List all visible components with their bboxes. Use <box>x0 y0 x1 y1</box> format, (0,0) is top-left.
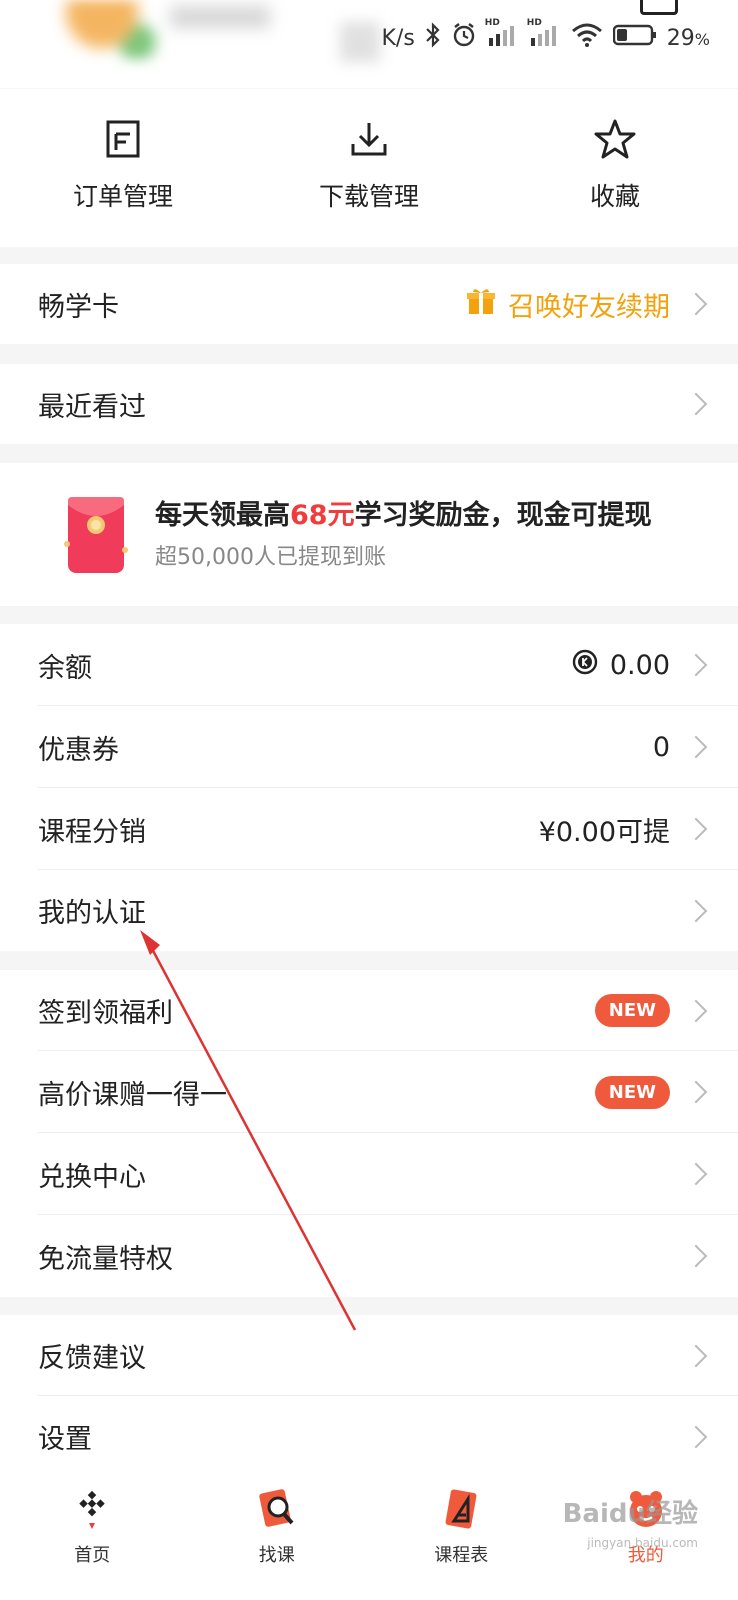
balance-value: 0.00 <box>609 649 670 681</box>
settings-row[interactable]: 设置 <box>0 1396 738 1477</box>
course-distribution-value: ¥0.00可提 <box>538 816 670 848</box>
checkin-rewards-row[interactable]: 签到领福利 NEW <box>0 970 738 1051</box>
checkin-rewards-title: 签到领福利 <box>38 998 173 1029</box>
chevron-right-icon <box>684 735 708 759</box>
chevron-right-icon <box>684 1244 708 1268</box>
row-right <box>682 1396 708 1477</box>
settings-title: 设置 <box>38 1424 92 1455</box>
red-packet-icon <box>64 491 128 577</box>
row-right: 0.00 <box>572 624 708 706</box>
status-icons: K/s HD HD 29% <box>381 18 710 54</box>
row-right: NEW <box>594 1051 708 1133</box>
row-right: NEW <box>594 970 708 1051</box>
home-icon <box>70 1487 114 1531</box>
promo-subtext: 超50,000人已提现到账 <box>155 545 386 570</box>
search-course-icon <box>255 1487 299 1531</box>
message-icon[interactable] <box>640 0 678 15</box>
exchange-center-row[interactable]: 兑换中心 <box>0 1133 738 1215</box>
blurred-area <box>340 22 380 62</box>
schedule-icon <box>439 1487 483 1531</box>
coin-icon <box>572 649 598 682</box>
tab-label: 首页 <box>74 1545 111 1566</box>
row-right <box>682 1133 708 1215</box>
watermark-url: jingyan.baidu.com <box>587 1536 698 1550</box>
chevron-right-icon <box>684 1080 708 1104</box>
row-right: 0 <box>653 706 708 788</box>
coupons-value: 0 <box>652 731 670 763</box>
invite-friends-text: 召唤好友续期 <box>508 291 670 323</box>
tab-label: 课程表 <box>434 1545 489 1566</box>
free-data-title: 免流量特权 <box>38 1243 173 1275</box>
signal-icon-2: HD <box>527 18 561 52</box>
chevron-right-icon <box>684 392 708 416</box>
buy-one-get-one-title: 高价课赠一得一 <box>38 1079 227 1111</box>
recently-viewed-row[interactable]: 最近看过 <box>0 364 738 444</box>
feedback-title: 反馈建议 <box>38 1343 146 1374</box>
chevron-right-icon <box>684 1162 708 1186</box>
blurred-username <box>170 6 270 28</box>
row-right <box>682 1315 708 1396</box>
row-right <box>682 870 708 951</box>
network-speed: K/s <box>381 25 415 51</box>
tab-home[interactable]: 首页 <box>0 1477 185 1600</box>
bluetooth-icon <box>425 22 441 54</box>
chevron-right-icon <box>684 1344 708 1367</box>
course-distribution-row[interactable]: 课程分销 ¥0.00可提 <box>0 788 738 870</box>
feedback-row[interactable]: 反馈建议 <box>0 1315 738 1396</box>
invite-friends-renew[interactable]: 召唤好友续期 <box>466 264 708 344</box>
balance-title: 余额 <box>38 652 92 684</box>
changxue-card-title: 畅学卡 <box>38 291 119 323</box>
tab-schedule[interactable]: 课程表 <box>369 1477 554 1600</box>
download-icon <box>350 117 388 161</box>
my-certification-title: 我的认证 <box>38 898 146 929</box>
free-data-row[interactable]: 免流量特权 <box>0 1215 738 1297</box>
tab-find-course[interactable]: 找课 <box>185 1477 370 1600</box>
document-icon <box>106 117 140 161</box>
promo-headline-amount: 68元 <box>290 500 355 531</box>
download-management-button[interactable]: 下载管理 <box>246 89 492 247</box>
star-icon <box>594 117 636 161</box>
chevron-right-icon <box>684 653 708 677</box>
chevron-right-icon <box>684 999 708 1022</box>
exchange-center-title: 兑换中心 <box>38 1161 146 1193</box>
row-right <box>682 1215 708 1297</box>
chevron-right-icon <box>684 899 708 922</box>
order-management-button[interactable]: 订单管理 <box>0 89 246 247</box>
promo-headline-pre: 每天领最高 <box>155 500 290 531</box>
wifi-icon <box>571 23 603 53</box>
reward-promo-banner[interactable]: 每天领最高68元学习奖励金，现金可提现 超50,000人已提现到账 <box>0 463 738 606</box>
hd-label: HD <box>526 18 542 28</box>
coupons-row[interactable]: 优惠券 0 <box>0 706 738 788</box>
chevron-right-icon <box>684 292 708 316</box>
coupons-title: 优惠券 <box>38 734 119 766</box>
buy-one-get-one-row[interactable]: 高价课赠一得一 NEW <box>0 1051 738 1133</box>
row-right: ¥0.00可提 <box>539 788 708 870</box>
tab-label: 找课 <box>258 1545 295 1566</box>
battery-percent: 29% <box>666 25 710 51</box>
promo-headline: 每天领最高68元学习奖励金，现金可提现 <box>155 493 652 532</box>
changxue-card-row[interactable]: 畅学卡 召唤好友续期 <box>0 264 738 344</box>
chevron-right-icon <box>684 1425 708 1448</box>
watermark-logo: Baidu经验 <box>562 1499 698 1529</box>
my-certification-row[interactable]: 我的认证 <box>0 870 738 951</box>
signal-icon-1: HD <box>485 18 519 52</box>
course-distribution-title: 课程分销 <box>38 816 146 848</box>
quick-action-label: 收藏 <box>589 182 640 211</box>
battery-icon <box>612 23 657 53</box>
quick-action-label: 订单管理 <box>72 182 173 211</box>
new-badge: NEW <box>594 1075 670 1109</box>
alarm-icon <box>451 22 477 54</box>
gift-icon <box>466 286 496 323</box>
status-bar: K/s HD HD 29% <box>0 0 738 88</box>
new-badge: NEW <box>594 994 670 1027</box>
favorites-button[interactable]: 收藏 <box>492 89 738 247</box>
chevron-right-icon <box>684 817 708 841</box>
hd-label: HD <box>484 18 500 28</box>
row-right <box>682 364 708 444</box>
quick-action-label: 下载管理 <box>318 182 419 211</box>
recently-viewed-title: 最近看过 <box>38 391 146 423</box>
balance-row[interactable]: 余额 0.00 <box>0 624 738 706</box>
quick-actions: 订单管理 下载管理 收藏 <box>0 89 738 247</box>
promo-headline-post: 学习奖励金，现金可提现 <box>354 500 652 531</box>
